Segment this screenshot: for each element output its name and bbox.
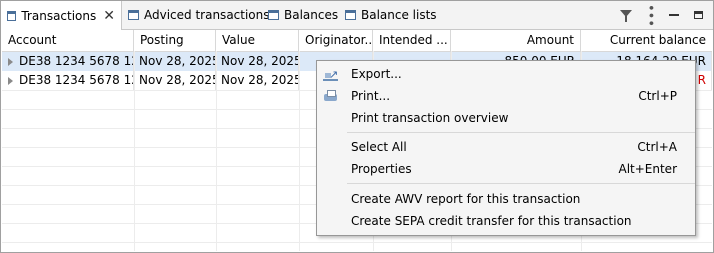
column-header-current-balance[interactable]: Current balance: [581, 30, 712, 51]
cell-value: Nov 28, 2025: [216, 52, 299, 71]
cell-posting: Nov 28, 2025: [134, 52, 216, 71]
cell-value: Nov 28, 2025: [216, 71, 299, 90]
menu-item-label: Create AWV report for this transaction: [351, 192, 581, 206]
menu-item-shortcut: Ctrl+P: [638, 89, 677, 103]
account-text: DE38 1234 5678 1234: [19, 73, 133, 87]
close-icon[interactable]: ✕: [103, 8, 115, 24]
menu-item-shortcut: Ctrl+A: [637, 140, 677, 154]
context-menu: Export... Print... Ctrl+P Print transact…: [316, 60, 696, 236]
tab-adviced-transactions[interactable]: Adviced transactions: [122, 1, 276, 29]
grid-line: [2, 242, 712, 243]
table-icon: [268, 10, 279, 20]
tab-label: Transactions: [21, 8, 97, 23]
cell-posting: Nov 28, 2025: [134, 71, 216, 90]
column-header-amount[interactable]: Amount: [451, 30, 581, 51]
menu-separator: [347, 183, 695, 184]
table-icon: [345, 10, 356, 20]
tab-label: Adviced transactions: [144, 8, 270, 22]
menu-item-properties[interactable]: Properties Alt+Enter: [317, 158, 695, 180]
menu-item-label: Properties: [351, 162, 412, 176]
minimize-icon[interactable]: [667, 8, 681, 22]
column-header-originator[interactable]: Originator...: [299, 30, 373, 51]
menu-item-export[interactable]: Export...: [317, 63, 695, 86]
column-header-intended[interactable]: Intended ...: [373, 30, 451, 51]
table-icon: [128, 10, 139, 20]
tab-balances[interactable]: Balances: [262, 1, 344, 29]
tab-transactions[interactable]: Transactions ✕: [1, 1, 122, 30]
menu-item-label: Export...: [351, 67, 402, 81]
column-divider: [299, 51, 300, 251]
tab-balance-lists[interactable]: Balance lists: [339, 1, 443, 29]
cell-account: DE38 1234 5678 1234: [2, 71, 134, 90]
column-header-posting[interactable]: Posting: [134, 30, 216, 51]
menu-item-create-sepa-credit-transfer[interactable]: Create SEPA credit transfer for this tra…: [317, 210, 695, 232]
expand-icon[interactable]: [8, 57, 13, 66]
maximize-icon[interactable]: [691, 8, 705, 22]
menu-item-create-awv-report[interactable]: Create AWV report for this transaction: [317, 188, 695, 210]
menu-separator: [347, 132, 695, 133]
menu-item-label: Print...: [351, 89, 391, 103]
export-icon: [323, 64, 338, 86]
column-header-value[interactable]: Value: [216, 30, 299, 51]
menu-item-print-transaction-overview[interactable]: Print transaction overview: [317, 107, 695, 129]
menu-item-shortcut: Alt+Enter: [618, 162, 677, 176]
column-divider: [216, 51, 217, 251]
menu-item-label: Print transaction overview: [351, 111, 509, 125]
view-menu-icon[interactable]: •••: [643, 4, 658, 27]
expand-icon[interactable]: [8, 76, 13, 85]
menu-item-select-all[interactable]: Select All Ctrl+A: [317, 136, 695, 158]
tab-label: Balances: [284, 8, 339, 22]
view-toolbar: •••: [619, 1, 705, 29]
menu-item-label: Create SEPA credit transfer for this tra…: [351, 214, 632, 228]
tab-bar: Transactions ✕ Adviced transactions Bala…: [1, 1, 713, 30]
menu-item-print[interactable]: Print... Ctrl+P: [317, 85, 695, 107]
tab-label: Balance lists: [361, 8, 437, 22]
table-header: Account Posting Value Originator... Inte…: [2, 30, 712, 52]
printer-icon: [323, 89, 338, 103]
column-divider: [134, 51, 135, 251]
filter-icon[interactable]: [619, 8, 633, 22]
cell-account: DE38 1234 5678 1234: [2, 52, 134, 71]
account-text: DE38 1234 5678 1234: [19, 54, 133, 68]
column-header-account[interactable]: Account: [2, 30, 134, 51]
table-icon: [7, 10, 17, 21]
menu-item-label: Select All: [351, 140, 407, 154]
